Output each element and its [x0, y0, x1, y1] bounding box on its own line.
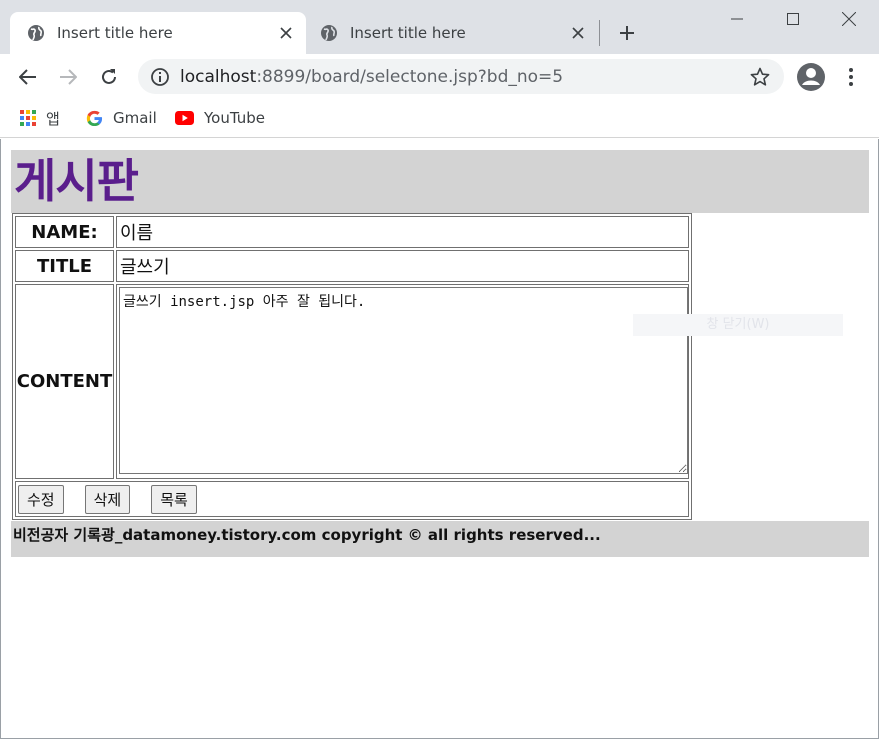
maximize-button[interactable]: [778, 6, 808, 32]
minimize-button[interactable]: [722, 6, 752, 32]
arrow-right-icon: [60, 69, 77, 85]
browser-menu-button[interactable]: [838, 62, 864, 92]
content-cell: 글쓰기 insert.jsp 아주 잘 됩니다.: [116, 284, 689, 479]
bookmarks-bar: 앱 Gmail YouTube: [0, 100, 879, 138]
bookmark-apps[interactable]: 앱: [20, 106, 60, 130]
button-cell: 수정 삭제 목록: [15, 481, 689, 517]
apps-grid-icon: [20, 110, 36, 126]
profile-avatar-icon[interactable]: [796, 62, 826, 92]
title-value: 글쓰기: [116, 250, 689, 282]
button-row: 수정 삭제 목록: [16, 484, 688, 514]
title-label: TITLE: [15, 250, 114, 282]
info-icon[interactable]: [150, 67, 170, 87]
tab-title: Insert title here: [350, 24, 466, 42]
minimize-icon: [731, 18, 743, 20]
name-label: NAME:: [15, 216, 114, 248]
forward-button[interactable]: [53, 62, 83, 92]
delete-button[interactable]: 삭제: [84, 484, 131, 514]
bookmark-youtube[interactable]: YouTube: [175, 106, 265, 130]
address-bar[interactable]: localhost:8899/board/selectone.jsp?bd_no…: [138, 59, 784, 94]
table-row: CONTENT 글쓰기 insert.jsp 아주 잘 됩니다.: [15, 284, 689, 479]
close-tab-icon[interactable]: [566, 21, 590, 45]
list-button[interactable]: 목록: [151, 484, 197, 514]
close-window-button[interactable]: [834, 6, 864, 32]
table-row: NAME: 이름: [15, 216, 689, 248]
globe-icon: [321, 25, 337, 41]
content-textarea[interactable]: 글쓰기 insert.jsp 아주 잘 됩니다.: [119, 287, 688, 474]
bookmark-label: 앱: [46, 109, 60, 128]
globe-icon: [28, 25, 44, 41]
bookmark-label: YouTube: [204, 109, 265, 127]
edit-button[interactable]: 수정: [18, 484, 64, 514]
page-viewport: 게시판 NAME: 이름 TITLE 글쓰기 CONTENT 글쓰기 inser…: [0, 139, 879, 739]
page-header: 게시판: [11, 150, 869, 213]
page-title: 게시판: [14, 154, 139, 208]
url-path: :8899/board/selectone.jsp?bd_no=5: [256, 66, 564, 87]
content-label: CONTENT: [15, 284, 114, 479]
url-host: localhost: [180, 66, 257, 87]
bookmark-label: Gmail: [113, 109, 157, 127]
tab-separator: [599, 20, 600, 46]
table-row: 수정 삭제 목록: [15, 481, 689, 517]
close-tab-icon[interactable]: [274, 21, 298, 45]
reload-icon: [102, 69, 116, 84]
maximize-icon: [787, 13, 799, 25]
tab-strip: Insert title here Insert title here: [0, 0, 879, 54]
tab-inactive[interactable]: Insert title here: [310, 12, 598, 54]
faded-tooltip: 창 닫기(W): [633, 314, 843, 336]
google-icon: [86, 110, 103, 126]
table-row: TITLE 글쓰기: [15, 250, 689, 282]
name-value: 이름: [116, 216, 689, 248]
tab-active[interactable]: Insert title here: [10, 12, 306, 54]
bookmark-gmail[interactable]: Gmail: [86, 106, 157, 130]
back-button[interactable]: [13, 62, 43, 92]
new-tab-button[interactable]: [614, 20, 640, 46]
board-detail-table: NAME: 이름 TITLE 글쓰기 CONTENT 글쓰기 insert.js…: [12, 213, 692, 520]
page-footer: 비전공자 기록광_datamoney.tistory.com copyright…: [11, 521, 869, 557]
plus-icon: [620, 26, 634, 40]
tab-title: Insert title here: [57, 24, 173, 42]
bookmark-star-icon[interactable]: [748, 65, 772, 89]
kebab-menu-icon: [849, 68, 853, 86]
url-text: localhost:8899/board/selectone.jsp?bd_no…: [180, 67, 748, 87]
arrow-left-icon: [19, 69, 36, 85]
close-icon: [842, 12, 856, 26]
youtube-icon: [175, 111, 194, 125]
browser-toolbar: localhost:8899/board/selectone.jsp?bd_no…: [0, 54, 879, 100]
reload-button[interactable]: [94, 62, 124, 92]
